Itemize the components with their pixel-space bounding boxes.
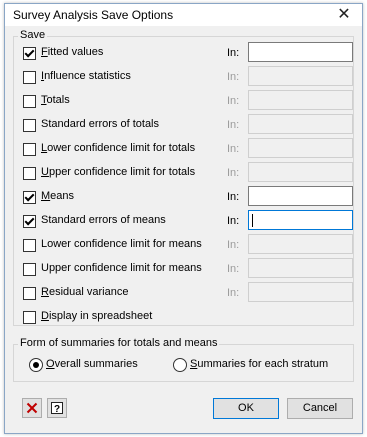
radio-overall-button[interactable] <box>29 358 43 372</box>
window-title: Survey Analysis Save Options <box>13 8 174 22</box>
save-option-8[interactable]: Lower confidence limit for means <box>23 237 223 253</box>
svg-text:?: ? <box>54 404 60 415</box>
save-option-checkbox[interactable] <box>23 239 36 252</box>
save-option-checkbox[interactable] <box>23 287 36 300</box>
form-group-label: Form of summaries for totals and means <box>18 337 220 349</box>
clear-button[interactable] <box>22 398 42 418</box>
save-in-field <box>248 90 353 110</box>
save-option-label: Fitted values <box>41 46 104 58</box>
display-in-spreadsheet[interactable]: Display in spreadsheet <box>23 309 223 325</box>
radio-overall-label: Overall summaries <box>46 358 138 370</box>
radio-each-stratum-label: Summaries for each stratum <box>190 358 329 370</box>
display-in-spreadsheet-label: Display in spreadsheet <box>41 310 153 322</box>
save-option-checkbox[interactable] <box>23 191 36 204</box>
ok-button[interactable]: OK <box>213 398 279 419</box>
help-icon: ? <box>51 402 63 415</box>
save-in-field <box>248 234 353 254</box>
close-icon[interactable]: ✕ <box>330 5 358 25</box>
radio-overall[interactable]: Overall summaries <box>29 357 169 373</box>
save-option-checkbox[interactable] <box>23 143 36 156</box>
save-option-label: Standard errors of totals <box>41 118 160 130</box>
save-option-checkbox[interactable] <box>23 167 36 180</box>
radio-each-stratum[interactable]: Summaries for each stratum <box>173 357 343 373</box>
save-option-label: Means <box>41 190 75 202</box>
save-option-checkbox[interactable] <box>23 263 36 276</box>
save-option-label: Upper confidence limit for totals <box>41 166 196 178</box>
help-button[interactable]: ? <box>47 398 67 418</box>
save-in-field <box>248 138 353 158</box>
save-option-1[interactable]: Influence statistics <box>23 69 223 85</box>
save-option-checkbox[interactable] <box>23 47 36 60</box>
in-label: In: <box>227 215 240 227</box>
save-in-field[interactable] <box>248 42 353 62</box>
save-option-label: Standard errors of means <box>41 214 166 226</box>
save-in-field <box>248 258 353 278</box>
cancel-button[interactable]: Cancel <box>287 398 353 419</box>
save-in-field <box>248 114 353 134</box>
in-label: In: <box>227 71 240 83</box>
save-in-field[interactable] <box>248 210 353 230</box>
save-option-0[interactable]: Fitted values <box>23 45 223 61</box>
in-label: In: <box>227 95 240 107</box>
in-label: In: <box>227 119 240 131</box>
dialog-window: Survey Analysis Save Options ✕ Save Fitt… <box>4 3 363 434</box>
save-option-label: Lower confidence limit for totals <box>41 142 196 154</box>
save-option-6[interactable]: Means <box>23 189 223 205</box>
save-option-7[interactable]: Standard errors of means <box>23 213 223 229</box>
save-option-checkbox[interactable] <box>23 71 36 84</box>
save-option-label: Influence statistics <box>41 70 131 82</box>
save-in-field[interactable] <box>248 186 353 206</box>
save-in-field <box>248 162 353 182</box>
save-option-2[interactable]: Totals <box>23 93 223 109</box>
in-label: In: <box>227 143 240 155</box>
save-in-field <box>248 282 353 302</box>
save-option-10[interactable]: Residual variance <box>23 285 223 301</box>
in-label: In: <box>227 47 240 59</box>
in-label: In: <box>227 287 240 299</box>
radio-each-stratum-button[interactable] <box>173 358 187 372</box>
save-option-label: Upper confidence limit for means <box>41 262 202 274</box>
save-option-checkbox[interactable] <box>23 119 36 132</box>
in-label: In: <box>227 167 240 179</box>
save-option-5[interactable]: Upper confidence limit for totals <box>23 165 223 181</box>
in-label: In: <box>227 191 240 203</box>
save-option-4[interactable]: Lower confidence limit for totals <box>23 141 223 157</box>
save-option-label: Totals <box>41 94 70 106</box>
save-option-checkbox[interactable] <box>23 95 36 108</box>
save-option-label: Lower confidence limit for means <box>41 238 202 250</box>
save-group-label: Save <box>18 29 48 41</box>
display-in-spreadsheet-checkbox[interactable] <box>23 311 36 324</box>
save-option-9[interactable]: Upper confidence limit for means <box>23 261 223 277</box>
clear-icon <box>26 402 38 414</box>
title-bar: Survey Analysis Save Options ✕ <box>5 4 362 26</box>
save-option-label: Residual variance <box>41 286 129 298</box>
text-caret <box>252 214 253 227</box>
save-option-checkbox[interactable] <box>23 215 36 228</box>
save-in-field <box>248 66 353 86</box>
in-label: In: <box>227 239 240 251</box>
save-option-3[interactable]: Standard errors of totals <box>23 117 223 133</box>
in-label: In: <box>227 263 240 275</box>
